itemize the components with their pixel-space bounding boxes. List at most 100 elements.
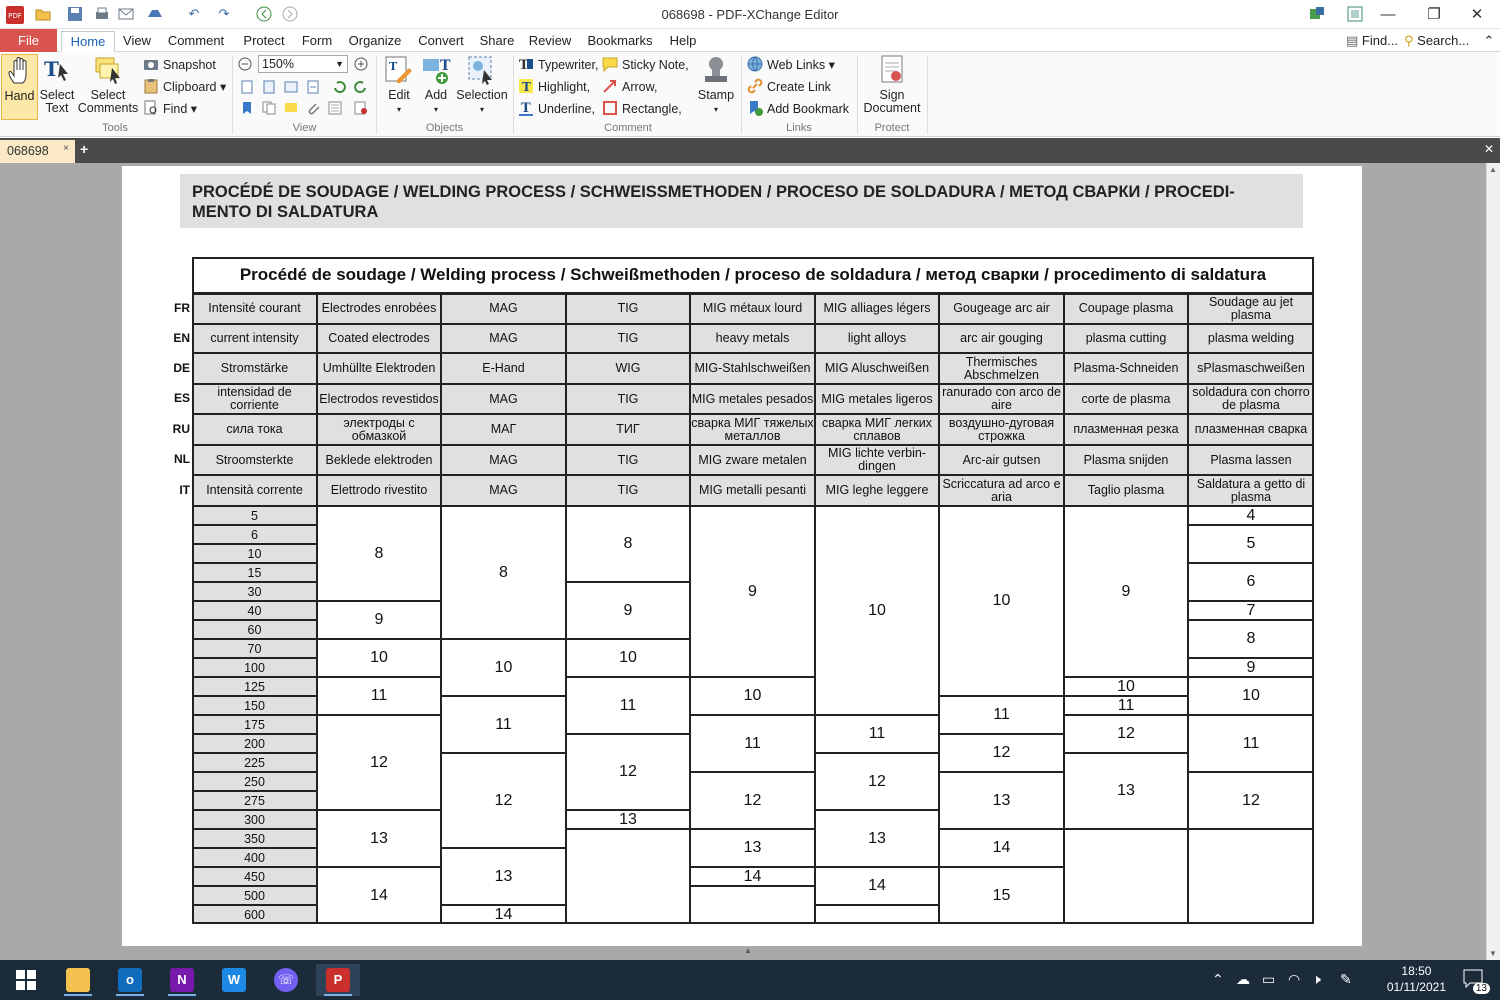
svg-text:T: T	[521, 101, 531, 116]
shade-number-cell	[690, 886, 815, 924]
outlook-icon: o	[118, 968, 142, 992]
find-tool-button[interactable]: Find ▾	[143, 99, 197, 119]
tab-home[interactable]: Home	[61, 31, 115, 52]
tab-review[interactable]: Review	[526, 31, 574, 52]
word-app-taskbar[interactable]: W	[212, 964, 256, 996]
create-link-button[interactable]: Create Link	[747, 77, 831, 97]
zoom-out-icon[interactable]	[238, 57, 252, 71]
minimize-button[interactable]: —	[1365, 0, 1411, 29]
scroll-up-icon[interactable]: ▲	[1489, 165, 1497, 174]
ui-options-icon[interactable]	[1308, 5, 1326, 23]
fit-visible-icon[interactable]	[306, 80, 320, 94]
clock[interactable]: 18:50 01/11/2021	[1387, 963, 1446, 995]
tab-file[interactable]: File	[0, 29, 57, 52]
edit-button[interactable]: T Edit ▾	[380, 54, 418, 116]
fit-width-icon[interactable]	[284, 80, 298, 94]
select-text-button[interactable]: T Select Text	[39, 54, 75, 115]
tab-comment[interactable]: Comment	[164, 31, 228, 52]
restore-button[interactable]: ❐	[1411, 0, 1457, 29]
tab-protect[interactable]: Protect	[237, 31, 291, 52]
highlight-button[interactable]: T Highlight,	[518, 77, 590, 97]
shade-number-cell: 8	[566, 506, 690, 582]
file-explorer-taskbar[interactable]	[56, 964, 100, 996]
sticky-note-button[interactable]: Sticky Note,	[602, 55, 689, 75]
tab-convert[interactable]: Convert	[413, 31, 469, 52]
rotate-left-icon[interactable]	[332, 80, 346, 94]
tab-form[interactable]: Form	[297, 31, 337, 52]
onedrive-icon[interactable]: ☁	[1236, 971, 1250, 988]
volume-muted-icon[interactable]: 🕨	[1312, 971, 1321, 988]
zoom-in-icon[interactable]	[354, 57, 368, 71]
close-tab-icon[interactable]: ×	[63, 138, 69, 160]
shade-number-cell	[815, 905, 939, 924]
pdf-xchange-taskbar[interactable]: P	[316, 964, 360, 996]
properties-icon[interactable]	[354, 101, 368, 115]
sticky-note-label: Sticky Note	[622, 58, 686, 72]
document-tab[interactable]: 068698 ×	[0, 140, 75, 163]
document-viewport[interactable]: PROCÉDÉ DE SOUDAGE / WELDING PROCESS / S…	[0, 163, 1500, 960]
tray-overflow-icon[interactable]: ⌃	[1212, 971, 1224, 988]
header-cell: МАГ	[441, 414, 566, 445]
header-cell: arc air gouging	[939, 324, 1064, 353]
windows-start-button[interactable]	[4, 964, 48, 996]
typewriter-button[interactable]: T Typewriter,	[518, 55, 598, 75]
close-all-tabs-icon[interactable]: ✕	[1484, 142, 1494, 156]
header-cell: воздушно-дуговая строжка	[939, 414, 1064, 445]
tab-share[interactable]: Share	[476, 31, 518, 52]
sign-document-button[interactable]: Sign Document	[861, 54, 923, 115]
viber-taskbar[interactable]: ☏	[264, 964, 308, 996]
battery-icon[interactable]: ▭	[1262, 971, 1275, 988]
notification-count-badge: 13	[1472, 983, 1490, 994]
onenote-taskbar[interactable]: N	[160, 964, 204, 996]
tab-bookmarks[interactable]: Bookmarks	[583, 31, 657, 52]
pages-icon[interactable]	[262, 101, 276, 115]
attachments-icon[interactable]	[306, 101, 320, 115]
select-comments-button[interactable]: Select Comments	[77, 54, 139, 115]
outlook-taskbar[interactable]: o	[108, 964, 152, 996]
vertical-scrollbar[interactable]: ▲ ▼	[1486, 163, 1500, 960]
layers-icon[interactable]	[328, 101, 342, 115]
stamp-button[interactable]: Stamp ▾	[693, 54, 739, 116]
bookmark-icon[interactable]	[240, 101, 254, 115]
fullscreen-icon[interactable]	[1346, 5, 1364, 23]
hand-tool-button[interactable]: Hand	[1, 54, 38, 120]
close-window-button[interactable]: ✕	[1454, 0, 1500, 29]
add-button[interactable]: T Add ▾	[418, 54, 454, 116]
fit-page-icon[interactable]	[262, 80, 276, 94]
header-cell: MIG metales pesados	[690, 384, 815, 414]
add-bookmark-button[interactable]: Add Bookmark	[747, 99, 849, 119]
underline-button[interactable]: T Underline,	[518, 99, 595, 119]
selection-button[interactable]: Selection ▾	[455, 54, 509, 116]
header-cell: Stroomsterkte	[192, 445, 317, 475]
pen-icon[interactable]: ✎	[1340, 971, 1352, 988]
search-button[interactable]: ⚲ Search...	[1404, 31, 1476, 52]
view-group-label: View	[292, 122, 317, 134]
comments-pane-icon[interactable]	[284, 101, 298, 115]
find-button[interactable]: ▤ Find...	[1346, 31, 1401, 52]
web-links-button[interactable]: Web Links ▾	[747, 55, 835, 75]
header-cell: E-Hand	[441, 353, 566, 384]
tab-view[interactable]: View	[118, 31, 156, 52]
select-text-icon: T	[44, 57, 68, 81]
snapshot-button[interactable]: Snapshot	[143, 55, 216, 75]
wifi-icon[interactable]: ◠	[1288, 971, 1300, 988]
header-cell: ТИГ	[566, 414, 690, 445]
shade-number-cell: 14	[317, 867, 441, 924]
rotate-right-icon[interactable]	[354, 80, 368, 94]
tab-organize[interactable]: Organize	[344, 31, 406, 52]
arrow-button[interactable]: Arrow,	[602, 77, 657, 97]
shade-number-cell: 10	[317, 639, 441, 677]
clipboard-button[interactable]: Clipboard ▾	[143, 77, 226, 97]
actual-size-icon[interactable]	[240, 80, 254, 94]
new-tab-icon[interactable]: +	[80, 141, 88, 157]
onenote-icon: N	[170, 968, 194, 992]
ribbon-collapse-icon[interactable]: ⌃	[1482, 31, 1496, 52]
rectangle-button[interactable]: Rectangle,	[602, 99, 682, 119]
tab-help[interactable]: Help	[664, 31, 702, 52]
header-cell: Taglio plasma	[1064, 475, 1188, 506]
zoom-level-select[interactable]: 150% ▼	[258, 55, 348, 73]
shade-number-cell	[1064, 829, 1188, 924]
scroll-down-icon[interactable]: ▼	[1489, 949, 1497, 958]
find-label: Find...	[1361, 33, 1399, 48]
notifications-button[interactable]: 13	[1462, 968, 1490, 994]
